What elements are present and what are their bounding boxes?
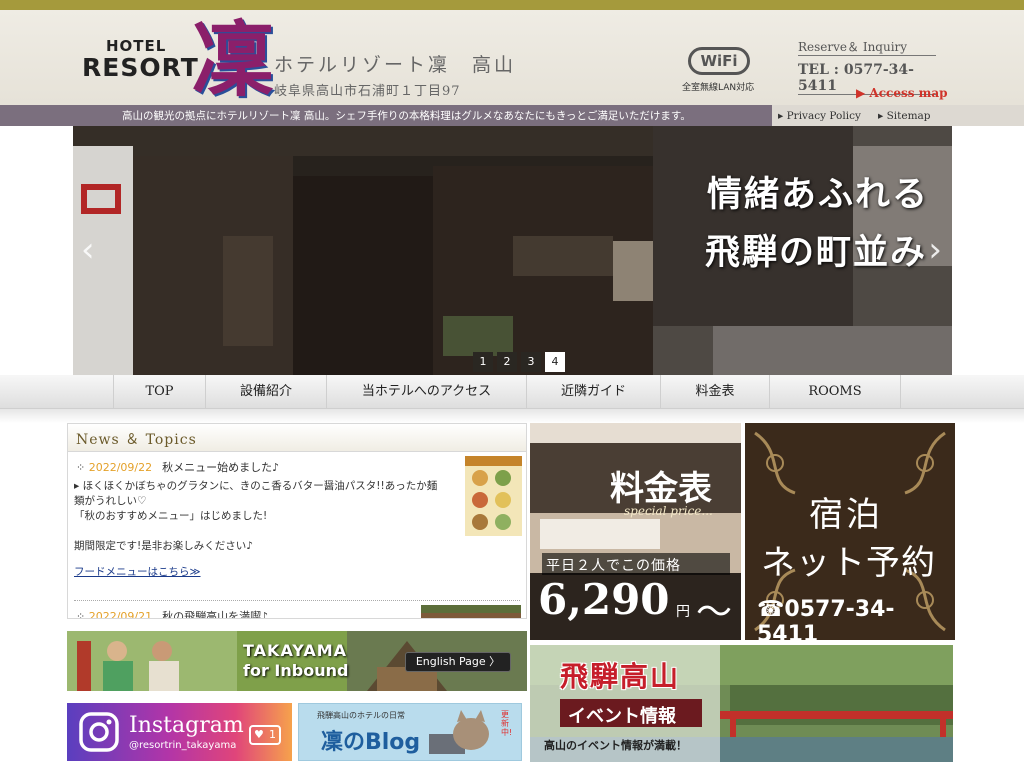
access-map-link[interactable]: ▶ Access map bbox=[856, 86, 948, 100]
news-date: 2022/09/22 bbox=[88, 461, 153, 474]
english-page-button[interactable]: English Page 〉 bbox=[405, 652, 511, 672]
hotel-address: 岐阜県高山市石浦町１丁目97 bbox=[274, 84, 461, 99]
sitemap-label: Sitemap bbox=[886, 110, 931, 122]
slider-next-button[interactable]: › bbox=[928, 230, 942, 270]
event-banner-note: 高山のイベント情報が満載！ bbox=[544, 739, 687, 752]
hotel-name: ホテルリゾート凜 高山 bbox=[274, 54, 517, 76]
news-item-head: ⁘ 2022/09/21 秋の飛騨高山を満喫♪ bbox=[76, 608, 268, 619]
slide-dot-4[interactable]: 4 bbox=[545, 352, 565, 372]
main-nav: TOP 設備紹介 当ホテルへのアクセス 近隣ガイド 料金表 ROOMS bbox=[0, 375, 1024, 409]
chevron-left-icon: ‹ bbox=[81, 230, 95, 270]
reservation-tel: ☎0577-34-5411 bbox=[757, 597, 895, 640]
nav-top[interactable]: TOP bbox=[113, 375, 205, 409]
privacy-policy-link[interactable]: ▸ Privacy Policy bbox=[778, 110, 861, 122]
news-line: 期間限定です!是非お楽しみください♪ bbox=[74, 540, 253, 552]
top-accent-line bbox=[0, 0, 1024, 10]
nav-guide[interactable]: 近隣ガイド bbox=[526, 375, 660, 409]
tagline-text: 高山の観光の拠点にホテルリゾート凜 高山。シェフ手作りの本格料理はグルメなあなた… bbox=[122, 110, 691, 122]
news-thumbnail[interactable] bbox=[465, 456, 522, 536]
price-tilde: 〜 bbox=[696, 592, 733, 633]
reserve-title: Reserve＆ Inquiry bbox=[798, 38, 936, 56]
hero-slider[interactable]: ‹ › 情緒あふれる 飛騨の町並み 1234 bbox=[73, 126, 952, 375]
heart-icon: ♥ bbox=[254, 728, 264, 741]
price-banner-title: 料金表 bbox=[610, 469, 712, 509]
news-line: 「秋のおすすめメニュー」はじめました! bbox=[74, 510, 268, 522]
event-info-banner[interactable]: 飛騨高山 イベント情報 高山のイベント情報が満載！ bbox=[530, 645, 953, 762]
instagram-banner[interactable]: Instagram @resortrin_takayama ♥ 1 bbox=[67, 703, 292, 761]
hero-caption-line2: 飛騨の町並み bbox=[705, 232, 928, 273]
arrow-right-icon: ▸ bbox=[878, 110, 887, 122]
event-banner-subtitle: イベント情報 bbox=[568, 706, 676, 727]
wifi-label: 全室無線LAN対応 bbox=[682, 83, 755, 93]
chevron-right-icon: › bbox=[928, 230, 942, 270]
sparkle-icon: ⁘ bbox=[76, 610, 89, 619]
utility-links: ▸ Privacy Policy ▸ Sitemap bbox=[772, 110, 937, 126]
logo-kanji[interactable]: 凜 bbox=[192, 16, 274, 104]
blog-title: 凜のBlog bbox=[321, 730, 421, 755]
instagram-like-count: 1 bbox=[269, 728, 276, 741]
price-note: 平日２人でこの価格 bbox=[546, 558, 681, 574]
food-menu-link[interactable]: フードメニューはこちら≫ bbox=[74, 564, 201, 579]
nav-access[interactable]: 当ホテルへのアクセス bbox=[326, 375, 526, 409]
site-header: HOTEL RESORT 凜 ホテルリゾート凜 高山 岐阜県高山市石浦町１丁目9… bbox=[0, 10, 1024, 105]
inbound-banner[interactable]: TAKAYAMA for Inbound English Page 〉 bbox=[67, 631, 527, 691]
price-list-banner[interactable]: 料金表 special price... 平日２人でこの価格 6,290 円 〜 bbox=[530, 423, 741, 640]
blog-updating-tag: 更新中! bbox=[501, 710, 513, 737]
access-map-label: Access map bbox=[869, 86, 948, 100]
food-menu-thumbnail bbox=[465, 456, 522, 536]
slider-prev-button[interactable]: ‹ bbox=[81, 230, 95, 270]
news-item-head: ⁘ 2022/09/22 秋メニュー始めました♪ bbox=[76, 459, 279, 475]
blog-subtitle: 飛騨高山のホテルの日常 bbox=[317, 711, 405, 720]
inbound-title-line1: TAKAYAMA bbox=[243, 641, 348, 660]
arrow-right-icon: ▸ bbox=[778, 110, 787, 122]
news-title: News ＆ Topics bbox=[76, 432, 197, 448]
reservation-title-line1: 宿泊 bbox=[809, 495, 883, 535]
news-line bbox=[74, 524, 510, 539]
hero-caption-line1: 情緒あふれる bbox=[707, 174, 930, 215]
price-banner-subtitle: special price... bbox=[624, 504, 713, 518]
wifi-icon: WiFi bbox=[688, 47, 750, 75]
instagram-handle: @resortrin_takayama bbox=[129, 740, 237, 751]
inbound-title-line2: for Inbound bbox=[243, 661, 349, 680]
reservation-title-line2: ネット予約 bbox=[761, 543, 936, 583]
nav-shadow-band bbox=[0, 409, 1024, 423]
arrow-right-icon: ▶ bbox=[856, 86, 870, 100]
blog-banner[interactable]: 飛騨高山のホテルの日常 凜のBlog 更新中! bbox=[298, 703, 522, 761]
slide-dot-2[interactable]: 2 bbox=[497, 352, 517, 372]
slider-pagination: 1234 bbox=[473, 350, 569, 372]
news-line: ▸ ほくほくかぼちゃのグラタンに、きのこ香るバター醤油パスタ!!あったか麺 bbox=[74, 480, 438, 492]
slide-dot-3[interactable]: 3 bbox=[521, 352, 541, 372]
nav-rooms[interactable]: ROOMS bbox=[769, 375, 901, 409]
nav-facilities[interactable]: 設備紹介 bbox=[205, 375, 326, 409]
event-banner-title: 飛騨高山 bbox=[560, 660, 681, 693]
sparkle-icon: ⁘ bbox=[76, 461, 89, 474]
online-reservation-banner[interactable]: 宿泊 ネット予約 ☎0577-34-5411 bbox=[745, 423, 955, 640]
news-thumbnail[interactable] bbox=[421, 605, 521, 618]
news-headline[interactable]: 秋の飛騨高山を満喫♪ bbox=[162, 610, 268, 618]
news-body: ▸ ほくほくかぼちゃのグラタンに、きのこ香るバター醤油パスタ!!あったか麺 類が… bbox=[74, 479, 510, 554]
nav-price[interactable]: 料金表 bbox=[660, 375, 769, 409]
price-value: 6,290 bbox=[538, 575, 670, 624]
instagram-name: Instagram bbox=[129, 713, 244, 738]
news-date: 2022/09/21 bbox=[88, 610, 153, 619]
sitemap-link[interactable]: ▸ Sitemap bbox=[878, 110, 931, 122]
instagram-like-badge: ♥ 1 bbox=[249, 725, 281, 745]
autumn-thumbnail bbox=[421, 605, 521, 618]
logo-resort-text[interactable]: RESORT bbox=[82, 53, 199, 82]
news-separator bbox=[74, 600, 520, 601]
news-headline[interactable]: 秋メニュー始めました♪ bbox=[162, 461, 279, 474]
news-header: News ＆ Topics bbox=[68, 424, 526, 452]
slide-dot-1[interactable]: 1 bbox=[473, 352, 493, 372]
news-panel: News ＆ Topics ⁘ 2022/09/22 秋メニュー始めました♪ ▸ … bbox=[67, 423, 527, 619]
privacy-policy-label: Privacy Policy bbox=[786, 110, 861, 122]
price-unit: 円 bbox=[676, 604, 690, 620]
news-line: 類がうれしい♡ bbox=[74, 495, 147, 507]
